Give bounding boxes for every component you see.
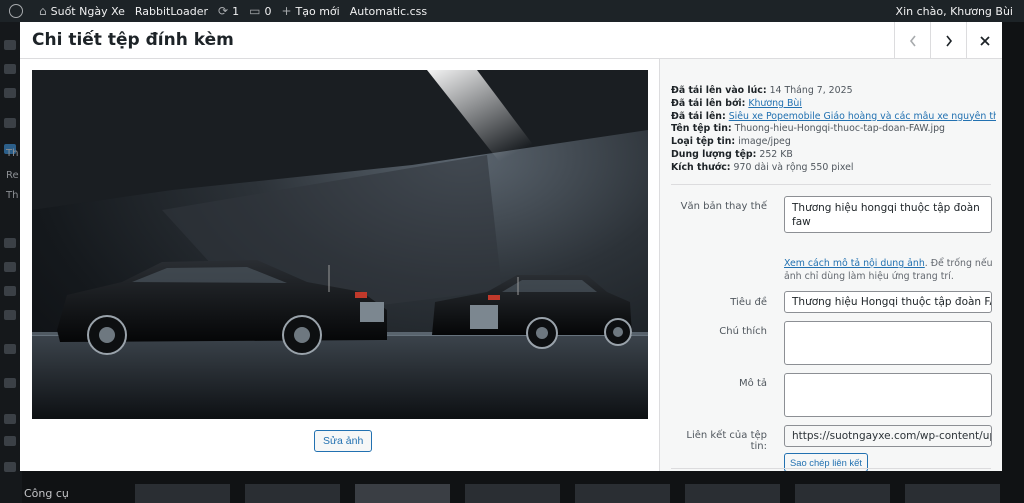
user-icon xyxy=(4,462,16,472)
shield-icon xyxy=(4,378,16,388)
file-url-label: Liên kết của tệp tin: xyxy=(686,430,767,452)
close-modal-button[interactable] xyxy=(966,22,1002,59)
plus-icon: + xyxy=(281,4,292,18)
comments-link[interactable]: ▭ 0 xyxy=(244,0,276,22)
description-textarea[interactable] xyxy=(784,373,992,417)
sidebar-item-tools[interactable]: Công cụ xyxy=(24,487,69,500)
pin-icon xyxy=(4,118,16,128)
rabbitloader-link[interactable]: RabbitLoader xyxy=(130,0,213,22)
alt-text-label: Văn bản thay thế xyxy=(680,201,767,212)
wordpress-logo-icon xyxy=(9,4,23,18)
account-menu[interactable]: Xin chào, Khương Bùi xyxy=(891,0,1018,22)
title-label: Tiêu đề xyxy=(730,297,767,308)
phone-icon xyxy=(4,262,16,272)
modal-title: Chi tiết tệp đính kèm xyxy=(32,30,234,50)
caption-textarea[interactable] xyxy=(784,321,992,365)
comment-icon: ▭ xyxy=(249,4,261,18)
dimensions-row: Kích thước: 970 dài và rộng 550 pixel xyxy=(671,161,854,173)
filename-row: Tên tệp tin: Thuong-hieu-Hongqi-thuoc-ta… xyxy=(671,123,945,135)
sidebar-submenu-item[interactable]: Th xyxy=(6,148,18,159)
file-details: Đã tải lên vào lúc: 14 Tháng 7, 2025 Đã … xyxy=(671,85,996,175)
description-label: Mô tả xyxy=(739,378,767,389)
media-thumbnail[interactable] xyxy=(465,484,560,503)
next-attachment-button[interactable] xyxy=(930,22,966,59)
dashboard-icon xyxy=(4,40,16,50)
edit-image-button[interactable]: Sửa ảnh xyxy=(314,430,373,452)
previous-attachment-button[interactable] xyxy=(894,22,930,59)
wrench-icon xyxy=(4,414,16,424)
caption-label: Chú thích xyxy=(719,326,767,337)
menu-icon xyxy=(4,344,16,354)
attachment-media-view: Sửa ảnh xyxy=(20,59,660,471)
updates-link[interactable]: ⟳ 1 xyxy=(213,0,244,22)
uploaded-to-link[interactable]: Siêu xe Popemobile Giáo hoàng và các mẫu… xyxy=(729,111,996,122)
uploaded-by-row: Đã tải lên bởi: Khương Bùi xyxy=(671,97,802,109)
sidebar-submenu-item[interactable]: Re xyxy=(6,170,19,181)
menu-icon xyxy=(4,88,16,98)
pages-icon xyxy=(4,238,16,248)
modal-header: Chi tiết tệp đính kèm xyxy=(20,22,1002,59)
media-thumbnail[interactable] xyxy=(575,484,670,503)
automatic-css-link[interactable]: Automatic.css xyxy=(345,0,432,22)
admin-bar: ⌂ Suốt Ngày Xe RabbitLoader ⟳ 1 ▭ 0 + Tạo mớ… xyxy=(0,0,1024,22)
attachment-details-modal: Chi tiết tệp đính kèm Sửa ảnh Đã tải lên… xyxy=(20,22,1002,471)
tools-icon xyxy=(4,436,16,446)
file-url-input[interactable]: https://suotngayxe.com/wp-content/upload… xyxy=(784,425,992,447)
uploaded-to-row: Đã tải lên: Siêu xe Popemobile Giáo hoàn… xyxy=(671,111,996,124)
filetype-row: Loại tệp tin: image/jpeg xyxy=(671,136,791,148)
wp-logo-item[interactable] xyxy=(0,0,34,22)
attachment-info: Đã tải lên vào lúc: 14 Tháng 7, 2025 Đã … xyxy=(659,59,1002,471)
new-content-link[interactable]: + Tạo mới xyxy=(276,0,344,22)
filesize-row: Dung lượng tệp: 252 KB xyxy=(671,148,793,160)
refresh-icon: ⟳ xyxy=(218,4,229,18)
menu-icon xyxy=(4,310,16,320)
alt-text-help: Xem cách mô tả nội dung ảnh. Để trống nế… xyxy=(784,258,993,282)
uploaded-by-link[interactable]: Khương Bùi xyxy=(748,98,802,109)
alt-text-input[interactable]: Thương hiệu hongqi thuộc tập đoàn faw xyxy=(784,196,992,233)
alt-text-help-link[interactable]: Xem cách mô tả nội dung ảnh xyxy=(784,258,925,269)
attachment-image xyxy=(32,70,648,419)
divider xyxy=(671,468,991,469)
close-icon xyxy=(979,35,990,46)
media-thumbnail[interactable] xyxy=(685,484,780,503)
media-thumbnail[interactable] xyxy=(905,484,1000,503)
media-thumbnail[interactable] xyxy=(245,484,340,503)
media-thumbnail[interactable] xyxy=(355,484,450,503)
chevron-left-icon xyxy=(909,35,916,46)
media-thumbnail[interactable] xyxy=(135,484,230,503)
admin-sidebar xyxy=(0,22,22,503)
media-thumbnail[interactable] xyxy=(795,484,890,503)
uploaded-on-row: Đã tải lên vào lúc: 14 Tháng 7, 2025 xyxy=(671,85,853,96)
divider xyxy=(671,184,991,185)
home-icon: ⌂ xyxy=(39,4,47,18)
menu-icon xyxy=(4,64,16,74)
chevron-right-icon xyxy=(945,35,952,46)
car-photo-illustration xyxy=(32,70,648,419)
site-name-link[interactable]: ⌂ Suốt Ngày Xe xyxy=(34,0,130,22)
title-input[interactable]: Thương hiệu Hongqi thuộc tập đoàn FAW xyxy=(784,291,992,313)
sidebar-submenu-item[interactable]: Th xyxy=(6,190,18,201)
comments-icon xyxy=(4,286,16,296)
